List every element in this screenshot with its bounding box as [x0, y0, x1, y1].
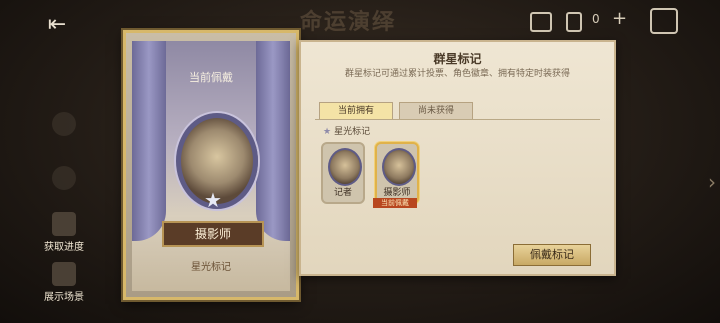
mark-name: 摄影师 [383, 188, 411, 198]
tab-owned[interactable]: 当前拥有 [319, 102, 393, 120]
menu-label: 获取进度 [44, 242, 84, 253]
background-title: 命运演绎 [300, 9, 397, 35]
card-inner: 当前佩戴 ★ 摄影师 星光标记 [132, 41, 290, 291]
character-nameplate: 摄影师 [162, 221, 264, 247]
panel-title: 群星标记 [433, 52, 482, 66]
panel-description: 群星标记可通过累计投票、角色徽章、拥有特定时装获得 [344, 69, 570, 79]
chevron-right-icon[interactable]: › [708, 170, 716, 194]
character-card: 当前佩戴 ★ 摄影师 星光标记 [123, 30, 299, 300]
menu-label: 展示场景 [44, 292, 84, 303]
currency-count: 0 [592, 12, 600, 26]
exit-icon[interactable]: ⇤ [44, 12, 70, 38]
menu-item-2[interactable] [38, 166, 90, 192]
mark-item-reporter[interactable]: 记者 [321, 142, 365, 204]
wear-mark-button[interactable]: 佩戴标记 [513, 244, 591, 266]
mark-name: 记者 [333, 188, 352, 198]
menu-icon [52, 112, 76, 136]
star-icon: ★ [323, 127, 332, 137]
star-icon: ★ [204, 188, 222, 212]
progress-icon [52, 212, 76, 236]
section-label: 星光标记 [334, 127, 371, 137]
menu-item-scene[interactable]: 展示场景 [38, 262, 90, 303]
add-icon[interactable]: + [612, 8, 627, 29]
current-badge: 当前佩戴 [373, 198, 417, 208]
scene-icon [52, 262, 76, 286]
mark-item-photographer[interactable]: 摄影师 [375, 142, 419, 204]
card-icon[interactable] [566, 12, 582, 32]
mark-portrait [382, 148, 416, 186]
menu-item-progress[interactable]: 获取进度 [38, 212, 90, 253]
mail-icon[interactable] [530, 12, 552, 32]
card-bottom-label: 星光标记 [191, 262, 231, 273]
section-header: ★ 星光标记 [323, 124, 370, 137]
tab-unowned[interactable]: 尚未获得 [399, 102, 473, 120]
marks-panel: 群星标记 群星标记可通过累计投票、角色徽章、拥有特定时装获得 当前拥有 尚未获得… [299, 40, 616, 276]
divider [315, 119, 600, 120]
card-top-label: 当前佩戴 [189, 71, 233, 84]
help-icon[interactable] [650, 8, 678, 34]
mark-portrait [328, 148, 362, 186]
menu-icon [52, 166, 76, 190]
menu-item-1[interactable] [38, 112, 90, 138]
